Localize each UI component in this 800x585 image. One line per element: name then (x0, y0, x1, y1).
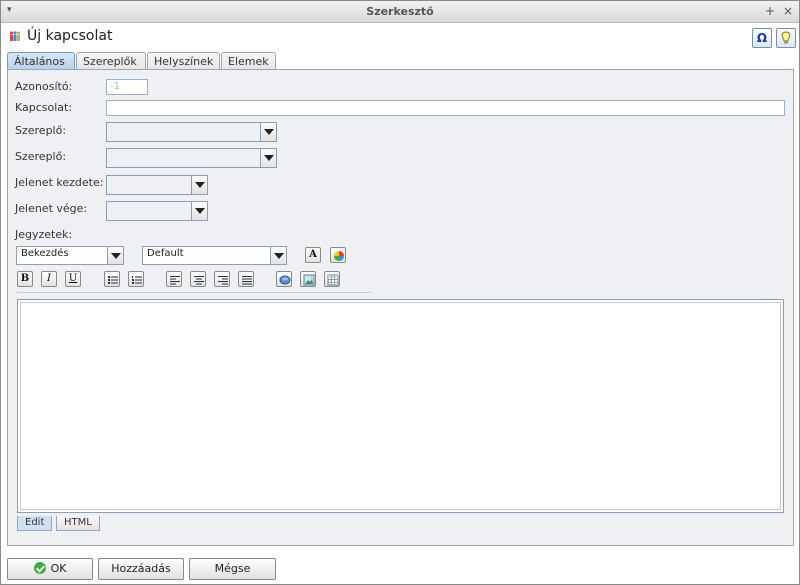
chevron-down-icon[interactable] (191, 202, 207, 220)
bold-button[interactable]: B (17, 271, 33, 287)
window-title: Szerkesztő (366, 5, 434, 18)
id-field[interactable]: -1 (106, 79, 148, 95)
lightbulb-icon (781, 31, 791, 44)
actor2-label: Szereplő: (15, 150, 67, 163)
dialog-header: Új kapcsolat Ω (1, 23, 799, 51)
tab-html[interactable]: HTML (56, 516, 100, 531)
font-format-button[interactable]: A (305, 247, 321, 263)
maximize-icon[interactable]: + (765, 4, 775, 18)
numbered-list-button[interactable] (128, 271, 144, 287)
cancel-button[interactable]: Mégse (189, 558, 276, 580)
actor1-select[interactable] (106, 122, 277, 142)
actor2-select[interactable] (106, 148, 277, 168)
chevron-down-icon[interactable] (260, 149, 276, 167)
align-right-icon (218, 276, 228, 285)
people-icon (9, 31, 21, 41)
font-value: Default (147, 248, 184, 259)
ok-button[interactable]: OK (7, 558, 93, 580)
underline-button[interactable]: U (65, 271, 81, 287)
close-icon[interactable]: × (783, 4, 793, 18)
special-character-button[interactable]: Ω (752, 28, 772, 48)
color-palette-icon (334, 251, 344, 261)
chevron-down-icon[interactable] (270, 247, 286, 264)
notes-editor[interactable] (17, 299, 784, 513)
align-left-button[interactable] (166, 271, 182, 287)
actor1-label: Szereplő: (15, 124, 67, 137)
align-center-icon (194, 276, 204, 285)
tab-locations[interactable]: Helyszínek (147, 52, 220, 70)
id-label: Azonosító: (15, 80, 73, 93)
chevron-down-icon[interactable] (260, 123, 276, 141)
italic-button[interactable]: I (41, 271, 57, 287)
page-title: Új kapcsolat (27, 28, 113, 44)
insert-image-button[interactable] (300, 271, 316, 287)
font-select[interactable]: Default (142, 246, 287, 265)
editor-window: ▾ Szerkesztő + × Új kapcsolat Ω Általáno… (0, 0, 800, 585)
tab-edit[interactable]: Edit (17, 516, 53, 531)
scene-start-select[interactable] (106, 175, 208, 195)
relation-label: Kapcsolat: (15, 101, 73, 114)
font-icon: A (309, 249, 317, 260)
ok-label: OK (50, 562, 67, 575)
checkmark-icon (33, 562, 46, 574)
insert-link-button[interactable] (276, 271, 292, 287)
chevron-down-icon[interactable] (191, 176, 207, 194)
toolbar-divider (17, 292, 371, 293)
scene-start-label: Jelenet kezdete: (15, 176, 104, 189)
numbered-list-icon (132, 276, 142, 284)
title-bar: ▾ Szerkesztő + × (1, 1, 799, 23)
tab-actors[interactable]: Szereplők (76, 52, 146, 70)
scene-end-select[interactable] (106, 201, 208, 221)
globe-link-icon (279, 275, 291, 285)
notes-label: Jegyzetek: (15, 228, 73, 241)
relation-field[interactable] (106, 100, 785, 116)
justify-icon (242, 276, 252, 285)
insert-table-button[interactable] (324, 271, 340, 287)
paragraph-style-value: Bekezdés (21, 248, 69, 259)
table-icon (327, 274, 339, 286)
add-button[interactable]: Hozzáadás (98, 558, 184, 580)
image-icon (303, 274, 315, 286)
align-right-button[interactable] (214, 271, 230, 287)
color-button[interactable] (330, 247, 346, 263)
tab-items[interactable]: Elemek (221, 52, 276, 70)
scene-end-label: Jelenet vége: (15, 202, 88, 215)
align-left-icon (170, 276, 180, 285)
general-panel: Azonosító: -1 Kapcsolat: Szereplő: Szere… (7, 69, 794, 546)
justify-button[interactable] (238, 271, 254, 287)
hint-button[interactable] (776, 28, 796, 48)
notes-editor-content[interactable] (20, 302, 781, 510)
bullet-list-button[interactable] (104, 271, 120, 287)
bullet-list-icon (108, 276, 118, 284)
paragraph-style-select[interactable]: Bekezdés (16, 246, 124, 265)
chevron-down-icon[interactable] (107, 247, 123, 264)
align-center-button[interactable] (190, 271, 206, 287)
